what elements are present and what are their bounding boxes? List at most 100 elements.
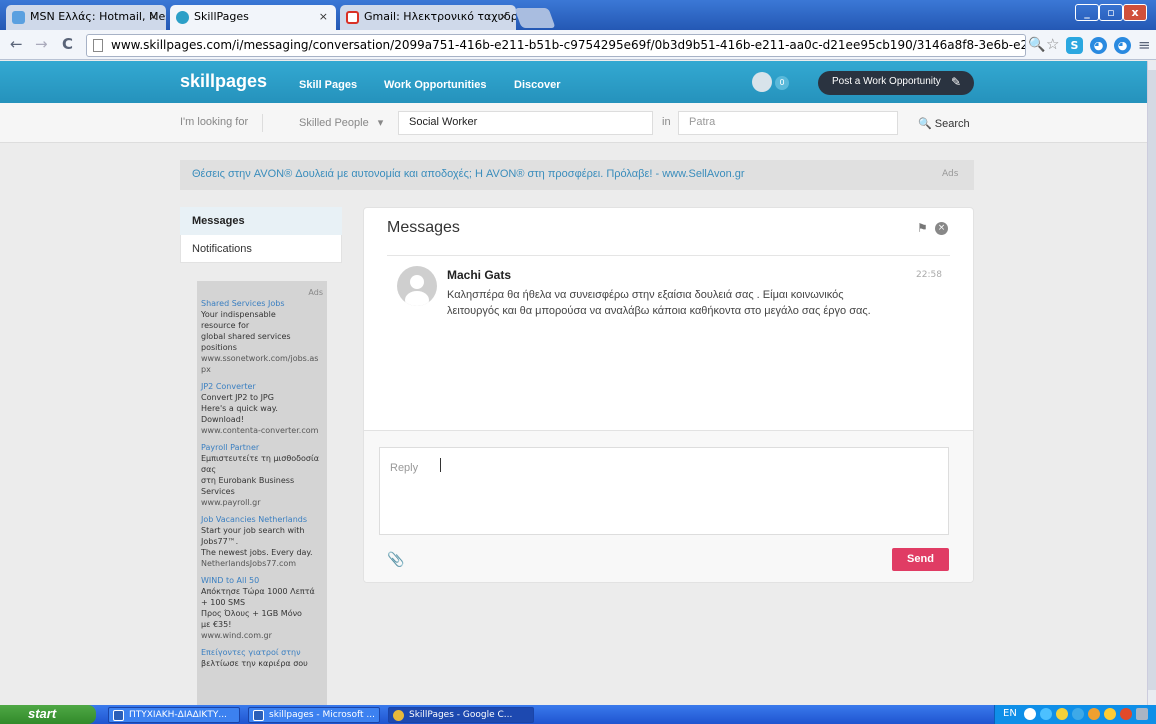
msn-butterfly-icon (12, 11, 25, 24)
sidebar-item-messages[interactable]: Messages (180, 207, 342, 235)
ad-line: βελτίωσε την καριέρα σου (201, 659, 308, 668)
task-label: ΠΤΥΧΙΑΚΗ-ΔΙΑΔΙΚΤΥ... (129, 710, 227, 720)
ad-title[interactable]: JP2 Converter (201, 381, 323, 392)
maximize-button[interactable]: ▫ (1099, 4, 1123, 21)
taskbar-item-chrome[interactable]: SkillPages - Google C... (388, 707, 534, 723)
start-button[interactable]: start (0, 705, 96, 724)
attach-icon[interactable]: 📎 (387, 552, 404, 568)
ad-link[interactable]: www.SellAvon.gr (662, 168, 744, 180)
nav-skill-pages[interactable]: Skill Pages (299, 79, 357, 91)
site-logo[interactable]: skillpages (180, 71, 267, 92)
back-button[interactable]: ← (10, 35, 23, 53)
ad-title[interactable]: Επείγοντες γιατροί στην (201, 647, 323, 658)
message-body: Καλησπέρα θα ήθελα να συνεισφέρω στην εξ… (447, 289, 871, 317)
ad-title[interactable]: WIND to All 50 (201, 575, 323, 586)
ad-url[interactable]: www.wind.com.gr (201, 630, 323, 641)
tray-app-icon[interactable] (1136, 708, 1148, 720)
close-icon[interactable]: × (149, 10, 158, 23)
reload-button[interactable]: C (62, 35, 73, 53)
ad-item[interactable]: Job Vacancies Netherlands Start your job… (201, 514, 323, 569)
ad-url[interactable]: NetherlandsJobs77.com (201, 558, 323, 569)
user-avatar[interactable] (752, 72, 772, 92)
sidebar-item-notifications[interactable]: Notifications (180, 236, 342, 263)
tab-gmail[interactable]: Gmail: Ηλεκτρονικό ταχυδρο × (340, 5, 516, 30)
nav-discover[interactable]: Discover (514, 79, 560, 91)
close-icon[interactable]: × (935, 222, 948, 235)
post-opportunity-button[interactable]: Post a Work Opportunity ✎ (818, 71, 974, 95)
scrollbar-thumb[interactable] (1148, 70, 1156, 690)
star-icon[interactable] (1056, 708, 1068, 720)
person-icon (405, 275, 429, 306)
ad-banner[interactable]: Θέσεις στην AVON® Δουλειά με αυτονομία κ… (180, 160, 974, 190)
ad-url[interactable]: www.payroll.gr (201, 497, 323, 508)
taskbar-item-word-doc[interactable]: ΠΤΥΧΙΑΚΗ-ΔΙΑΔΙΚΤΥ... (108, 707, 240, 723)
ad-line: στη Eurobank Business (201, 476, 295, 485)
taskbar-item-word-skillpages[interactable]: skillpages - Microsoft ... (248, 707, 380, 723)
keyword-input[interactable]: Social Worker (398, 111, 653, 135)
ad-item[interactable]: Επείγοντες γιατροί στην βελτίωσε την καρ… (201, 647, 323, 669)
minimize-button[interactable]: _ (1075, 4, 1099, 21)
extension-icon[interactable]: ◕ (1090, 37, 1107, 54)
ad-item[interactable]: JP2 Converter Convert JP2 to JPG Here's … (201, 381, 323, 436)
ad-line: global shared services (201, 332, 291, 341)
bookmark-star-icon[interactable]: ☆ (1046, 35, 1059, 53)
ad-line: Here's a quick way. (201, 404, 278, 413)
ad-line: σας (201, 465, 217, 474)
reply-input[interactable]: Reply (379, 447, 949, 535)
category-select[interactable]: Skilled People ▾ (299, 112, 383, 134)
skype-extension-icon[interactable]: S (1066, 37, 1083, 54)
ad-line: positions (201, 343, 237, 352)
tray-app-icon[interactable] (1072, 708, 1084, 720)
forward-button[interactable]: → (35, 35, 48, 53)
ad-item[interactable]: Shared Services Jobs Your indispensable … (201, 298, 323, 375)
ad-line: Download! (201, 415, 244, 424)
alert-icon[interactable] (1120, 708, 1132, 720)
menu-icon[interactable]: ≡ (1138, 36, 1151, 54)
close-icon[interactable]: × (499, 10, 508, 23)
post-opportunity-label: Post a Work Opportunity (832, 76, 941, 87)
sender-avatar[interactable] (397, 266, 437, 306)
ad-title[interactable]: Shared Services Jobs (201, 298, 323, 309)
new-tab-button[interactable] (514, 8, 556, 28)
ad-line: The newest jobs. Every day. (201, 548, 313, 557)
ad-line: Services (201, 487, 235, 496)
address-bar[interactable]: www.skillpages.com/i/messaging/conversat… (86, 34, 1026, 57)
tab-skillpages[interactable]: SkillPages × (170, 5, 336, 30)
in-label: in (662, 116, 671, 128)
sender-name[interactable]: Machi Gats (447, 268, 511, 282)
search-button-label: Search (934, 118, 970, 130)
ad-url[interactable]: www.ssonetwork.com/jobs.as px (201, 353, 323, 375)
extension-icon[interactable]: ◕ (1114, 37, 1131, 54)
ad-item[interactable]: WIND to All 50 Απόκτησε Τώρα 1000 Λεπτά … (201, 575, 323, 641)
language-indicator[interactable]: EN (1003, 708, 1017, 719)
flag-icon[interactable]: ⚑ (917, 221, 928, 235)
network-icon[interactable] (1024, 708, 1036, 720)
close-icon[interactable]: × (319, 10, 328, 23)
notification-count-badge[interactable]: 0 (775, 76, 789, 90)
zoom-search-icon[interactable]: 🔍 (1028, 37, 1045, 53)
ad-title[interactable]: Job Vacancies Netherlands (201, 514, 323, 525)
url-text: www.skillpages.com/i/messaging/conversat… (111, 38, 1026, 52)
ad-line: Προς Όλους + 1GB Μόνο (201, 609, 302, 618)
nav-work-opportunities[interactable]: Work Opportunities (384, 79, 486, 91)
tray-app-icon[interactable] (1104, 708, 1116, 720)
ad-url[interactable]: www.contenta-converter.com (201, 425, 323, 436)
close-window-button[interactable]: x (1123, 4, 1147, 21)
tab-msn[interactable]: MSN Ελλάς: Hotmail, Messen × (6, 5, 166, 30)
volume-icon[interactable] (1040, 708, 1052, 720)
chrome-icon (393, 710, 404, 721)
ad-item[interactable]: Payroll Partner Εμπιστευτείτε τη μισθοδο… (201, 442, 323, 508)
ad-line: Start your job search with (201, 526, 305, 535)
chevron-down-icon: ▾ (377, 117, 384, 129)
ad-line: Convert JP2 to JPG (201, 393, 274, 402)
ad-title[interactable]: Payroll Partner (201, 442, 323, 453)
send-button[interactable]: Send (892, 548, 949, 571)
word-icon (253, 710, 264, 721)
messages-title: Messages (387, 219, 460, 236)
divider (387, 255, 950, 256)
location-input[interactable]: Patra (678, 111, 898, 135)
ad-line: resource for (201, 321, 250, 330)
tray-app-icon[interactable] (1088, 708, 1100, 720)
search-button[interactable]: 🔍 Search (918, 117, 970, 130)
ad-text: Θέσεις στην AVON® Δουλειά με αυτονομία κ… (192, 168, 660, 180)
